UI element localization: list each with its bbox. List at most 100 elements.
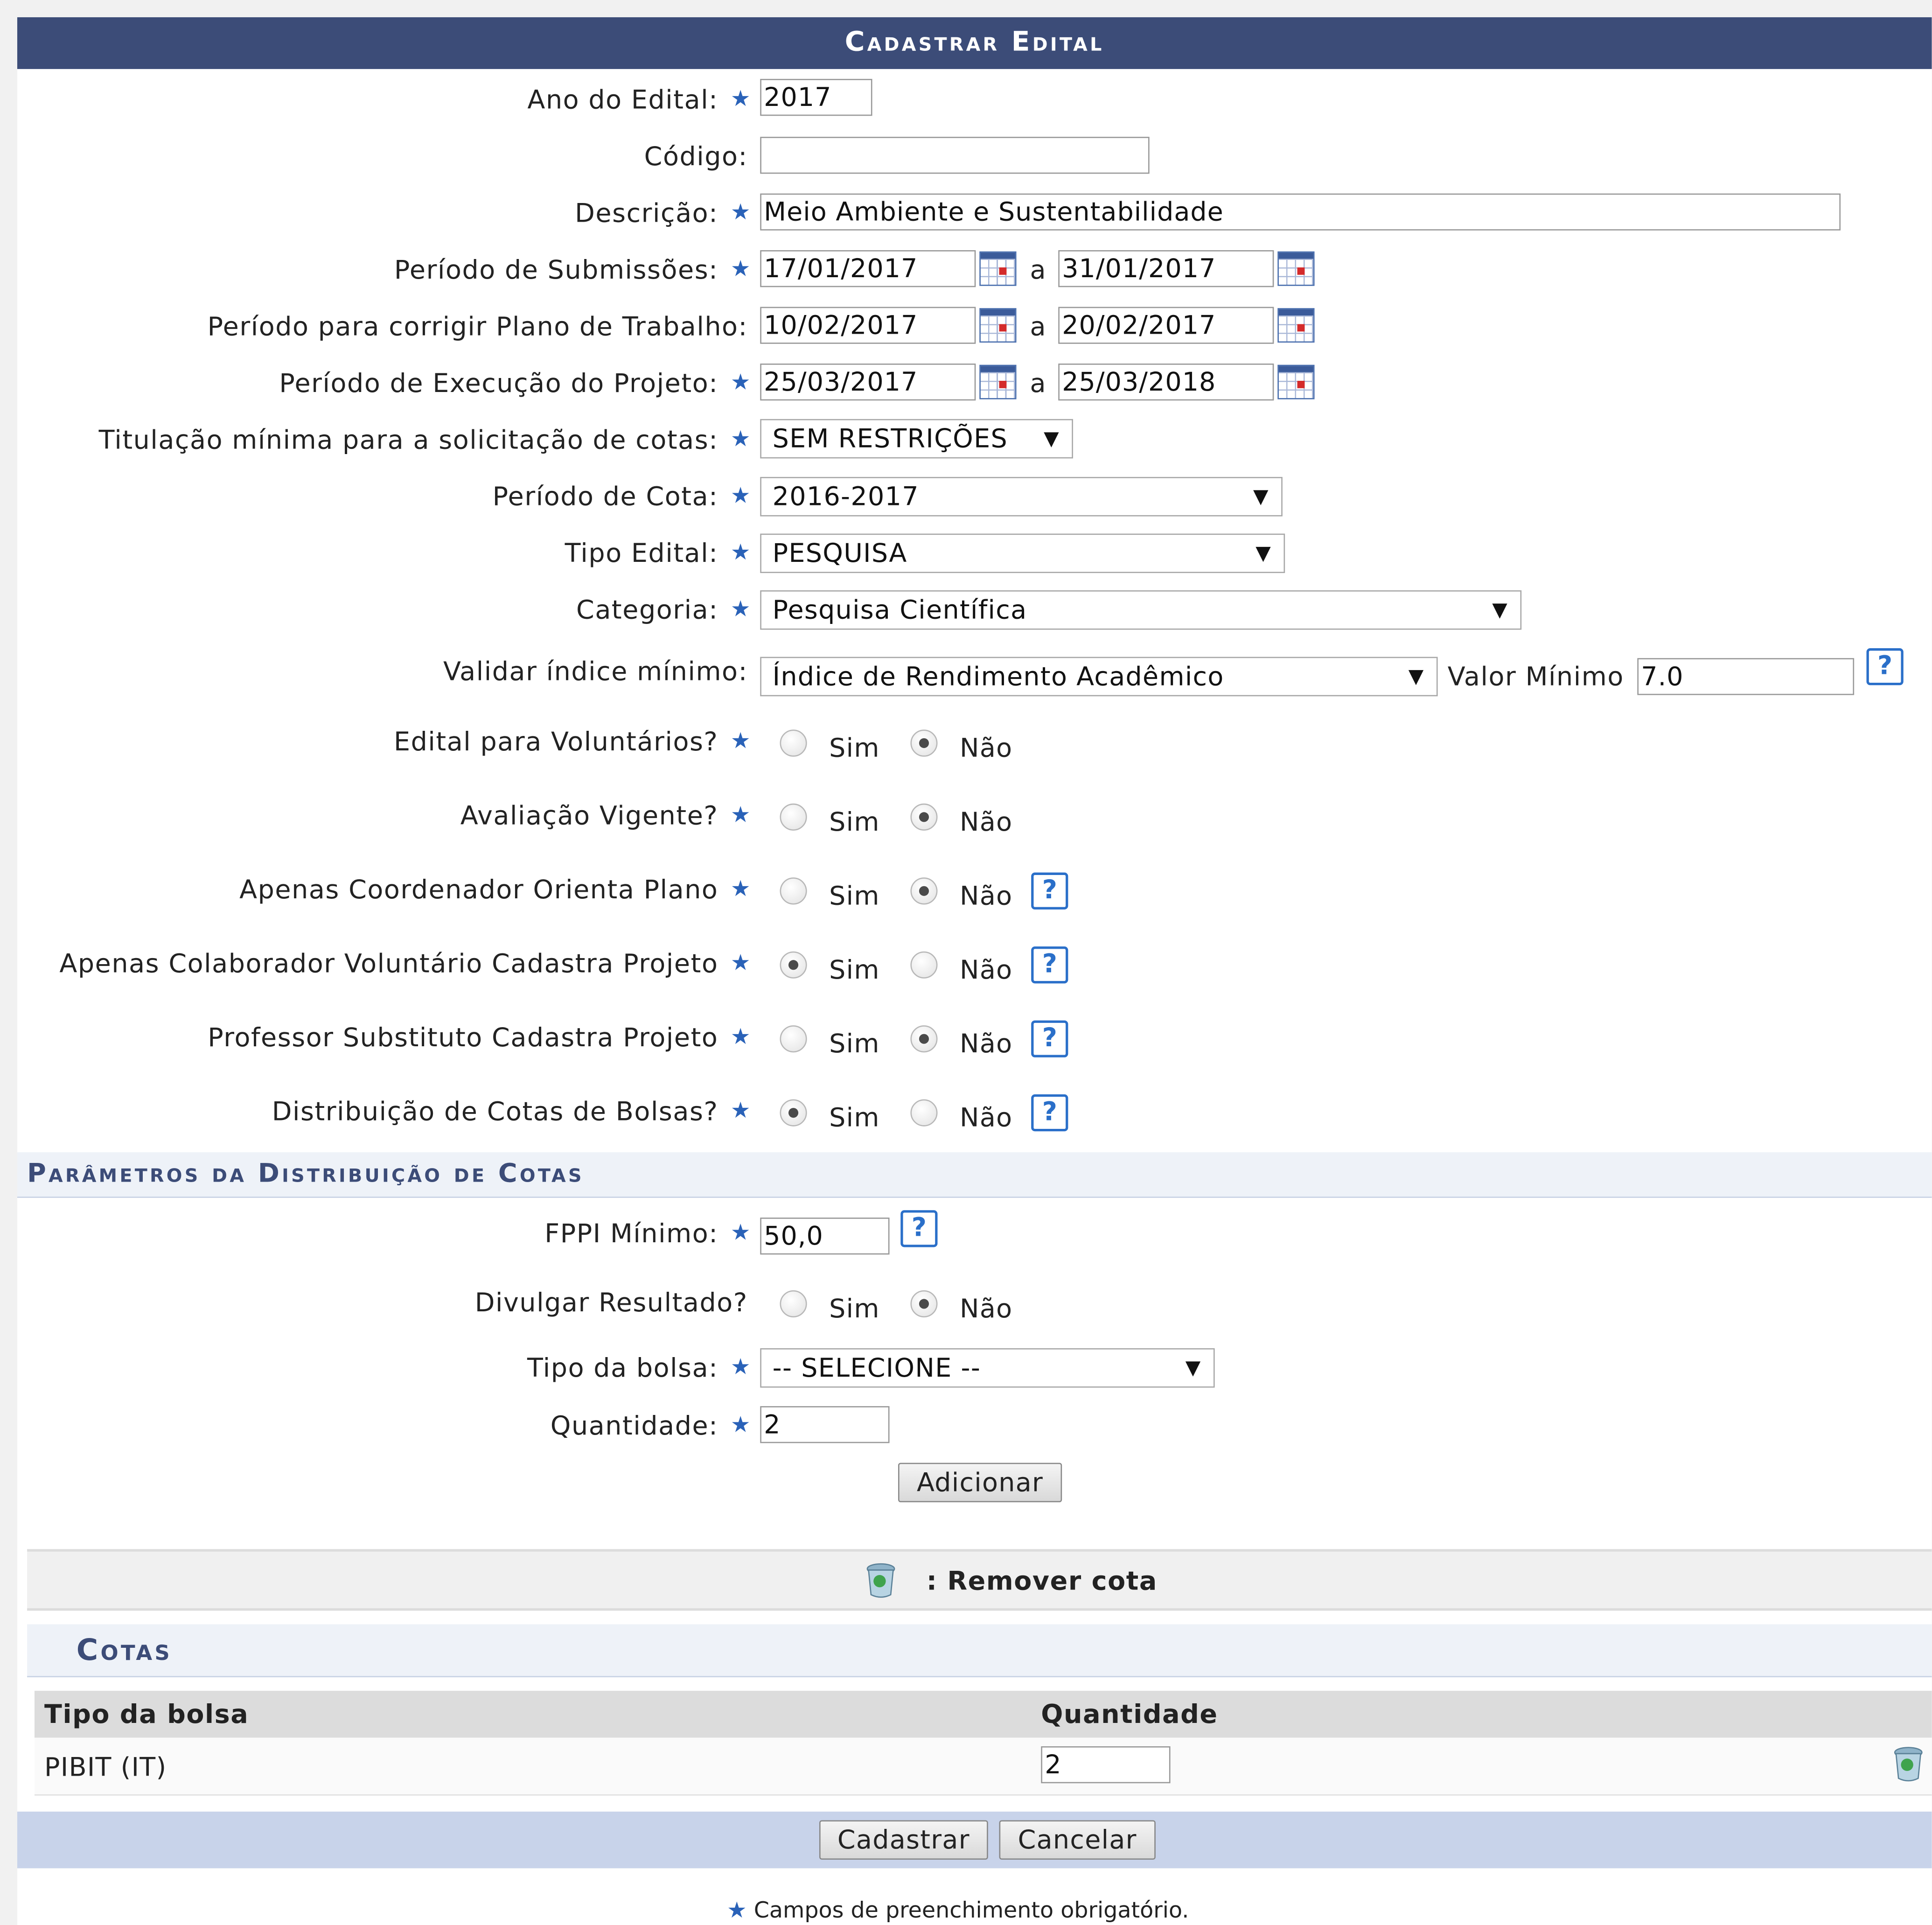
cotas-section-header: Cotas: [27, 1624, 1932, 1678]
periodo-cota-select[interactable]: 2016-2017 ▼: [760, 476, 1283, 517]
divulgar-sim-radio[interactable]: [780, 1290, 807, 1318]
calendar-icon[interactable]: [1277, 308, 1315, 343]
help-icon[interactable]: ?: [1031, 946, 1068, 984]
sim-radio[interactable]: [780, 877, 807, 905]
corrigir-label: Período para corrigir Plano de Trabalho:: [207, 312, 748, 342]
fppi-label: FPPI Mínimo:: [544, 1218, 718, 1249]
tipo-edital-select[interactable]: PESQUISA ▼: [760, 533, 1285, 573]
periodo-cota-value: 2016-2017: [772, 482, 919, 511]
nao-radio[interactable]: [910, 877, 938, 905]
nao-radio[interactable]: [910, 729, 938, 757]
sim-radio[interactable]: [780, 1025, 807, 1053]
categoria-value: Pesquisa Científica: [772, 595, 1027, 625]
tipo-edital-label: Tipo Edital:: [565, 539, 718, 568]
range-separator: a: [1030, 312, 1046, 342]
sim-radio[interactable]: [780, 803, 807, 831]
distribuicao-title: Parâmetros da Distribuição de Cotas: [27, 1158, 584, 1188]
divulgar-nao-label: Não: [960, 1294, 1013, 1324]
descricao-label: Descrição:: [575, 198, 718, 228]
calendar-icon[interactable]: [979, 308, 1017, 343]
required-star-icon: ★: [730, 1098, 751, 1124]
categoria-select[interactable]: Pesquisa Científica ▼: [760, 590, 1522, 630]
nao-label: Não: [960, 881, 1013, 911]
sim-label: Sim: [829, 733, 880, 763]
periodo-cota-label: Período de Cota:: [492, 482, 718, 511]
adicionar-button[interactable]: Adicionar: [898, 1463, 1062, 1503]
submissoes-to-input[interactable]: 31/01/2017: [1058, 250, 1274, 287]
row-quantidade-input[interactable]: 2: [1041, 1746, 1171, 1784]
sim-label: Sim: [829, 1029, 880, 1059]
corrigir-from-input[interactable]: 10/02/2017: [760, 307, 976, 344]
help-icon[interactable]: ?: [1031, 872, 1068, 910]
radio-group-label: Apenas Coordenador Orienta Plano: [239, 875, 718, 905]
nao-label: Não: [960, 1103, 1013, 1133]
ano-input[interactable]: 2017: [760, 79, 872, 116]
tipo-bolsa-value: -- SELECIONE --: [772, 1353, 981, 1383]
calendar-icon[interactable]: [1277, 251, 1315, 286]
trash-icon[interactable]: [1892, 1745, 1925, 1782]
nao-radio[interactable]: [910, 1099, 938, 1127]
fppi-input[interactable]: 50,0: [760, 1218, 890, 1255]
titulacao-select[interactable]: SEM RESTRIÇÕES ▼: [760, 419, 1073, 459]
required-fields-text: Campos de preenchimento obrigatório.: [753, 1897, 1189, 1924]
nao-label: Não: [960, 733, 1013, 763]
titulacao-value: SEM RESTRIÇÕES: [772, 424, 1008, 454]
valor-minimo-input[interactable]: 7.0: [1637, 658, 1855, 695]
required-star-icon: ★: [730, 1354, 751, 1380]
radio-group-label: Apenas Colaborador Voluntário Cadastra P…: [59, 949, 718, 979]
help-icon[interactable]: ?: [1031, 1094, 1068, 1132]
required-star-icon: ★: [730, 1024, 751, 1050]
nao-radio[interactable]: [910, 803, 938, 831]
col-quantidade: Quantidade: [1041, 1699, 1218, 1729]
help-icon[interactable]: ?: [1031, 1020, 1068, 1057]
execucao-label: Período de Execução do Projeto:: [279, 368, 718, 398]
execucao-from-input[interactable]: 25/03/2017: [760, 364, 976, 401]
nao-radio[interactable]: [910, 1025, 938, 1053]
range-separator: a: [1030, 255, 1046, 285]
tipo-bolsa-select[interactable]: -- SELECIONE -- ▼: [760, 1348, 1215, 1388]
calendar-icon[interactable]: [1277, 364, 1315, 399]
cancelar-button[interactable]: Cancelar: [999, 1820, 1156, 1860]
execucao-to-input[interactable]: 25/03/2018: [1058, 364, 1274, 401]
help-icon[interactable]: ?: [900, 1210, 938, 1247]
quantidade-label: Quantidade:: [550, 1411, 718, 1441]
required-star-icon: ★: [730, 728, 751, 755]
corrigir-to-input[interactable]: 20/02/2017: [1058, 307, 1274, 344]
required-star-icon: ★: [730, 426, 751, 453]
nao-label: Não: [960, 1029, 1013, 1059]
cadastrar-button[interactable]: Cadastrar: [819, 1820, 988, 1860]
nao-radio[interactable]: [910, 951, 938, 979]
sim-radio[interactable]: [780, 1099, 807, 1127]
form-title: Cadastrar Edital: [17, 17, 1932, 69]
submissoes-label: Período de Submissões:: [394, 255, 718, 285]
valor-minimo-label: Valor Mínimo: [1447, 662, 1624, 692]
codigo-input[interactable]: [760, 137, 1150, 174]
submissoes-from-input[interactable]: 17/01/2017: [760, 250, 976, 287]
categoria-label: Categoria:: [576, 595, 718, 625]
calendar-icon[interactable]: [979, 364, 1017, 399]
sim-radio[interactable]: [780, 729, 807, 757]
titulacao-label: Titulação mínima para a solicitação de c…: [98, 425, 718, 455]
descricao-input[interactable]: Meio Ambiente e Sustentabilidade: [760, 193, 1841, 231]
sim-label: Sim: [829, 881, 880, 911]
required-fields-note: ★ Campos de preenchimento obrigatório.: [727, 1898, 1189, 1924]
quantidade-input[interactable]: 2: [760, 1406, 890, 1443]
sim-label: Sim: [829, 807, 880, 837]
divulgar-sim-label: Sim: [829, 1294, 880, 1324]
chevron-down-icon: ▼: [1408, 664, 1424, 688]
required-star-icon: ★: [730, 1220, 751, 1246]
indice-value: Índice de Rendimento Acadêmico: [772, 662, 1224, 692]
required-star-icon: ★: [730, 199, 751, 226]
nao-label: Não: [960, 955, 1013, 985]
indice-select[interactable]: Índice de Rendimento Acadêmico ▼: [760, 657, 1438, 697]
required-star-icon: ★: [730, 876, 751, 903]
sim-radio[interactable]: [780, 951, 807, 979]
required-star-icon: ★: [730, 1412, 751, 1438]
help-icon[interactable]: ?: [1866, 648, 1904, 686]
calendar-icon[interactable]: [979, 251, 1017, 286]
divulgar-nao-radio[interactable]: [910, 1290, 938, 1318]
row-tipo-bolsa: PIBIT (IT): [44, 1752, 167, 1782]
divulgar-label: Divulgar Resultado?: [474, 1288, 748, 1318]
trash-icon: [866, 1563, 895, 1598]
table-row: PIBIT (IT) 2: [34, 1737, 1932, 1796]
